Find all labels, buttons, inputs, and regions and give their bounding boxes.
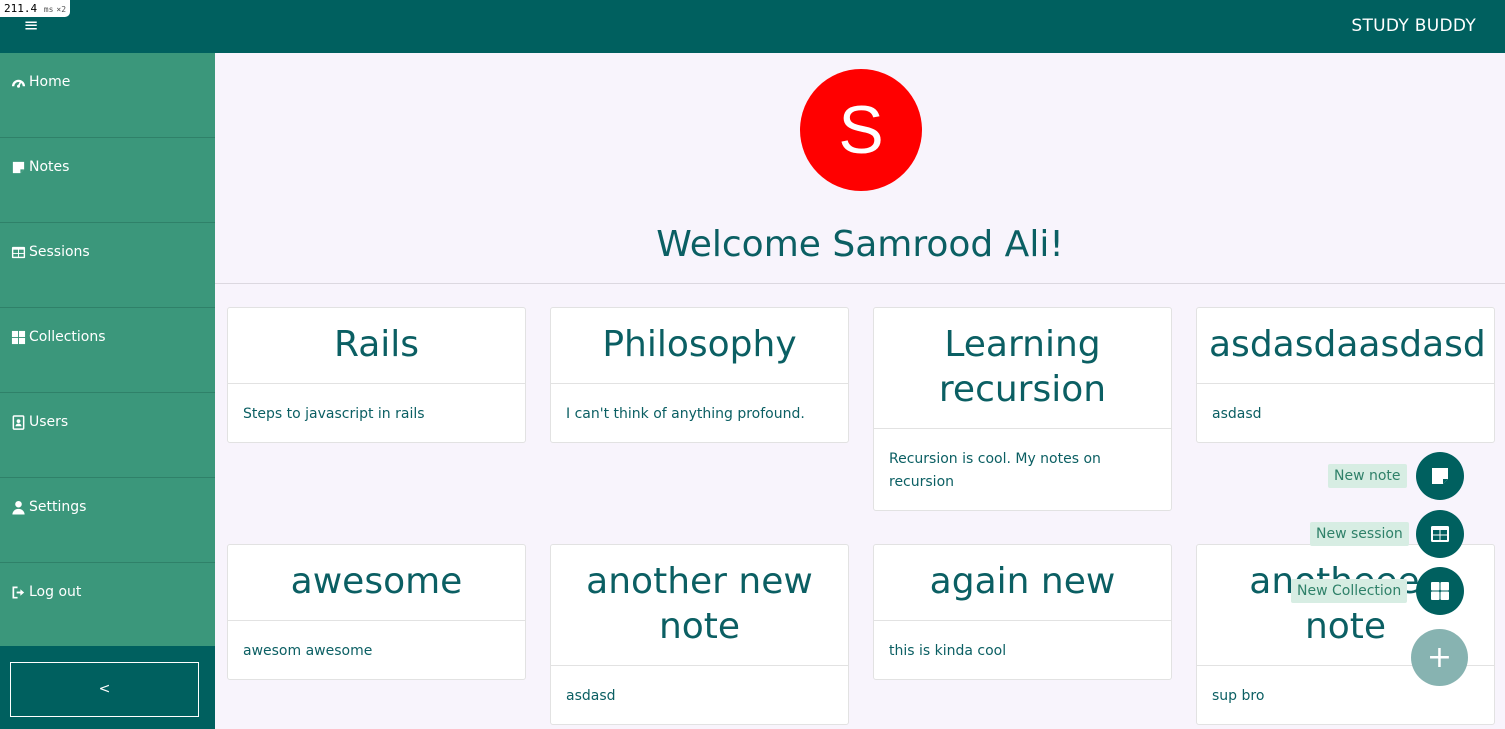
note-card-title[interactable]: Learning recursion [874,308,1171,429]
new-session-label[interactable]: New session [1310,522,1409,546]
sidebar-item-label: Home [29,74,71,90]
note-card[interactable]: again new this is kinda cool [873,544,1172,680]
sidebar-item-logout[interactable]: Log out [0,563,215,648]
page-title: Welcome Samrood Ali! [656,224,1064,265]
brand-title[interactable]: STUDY BUDDY [1351,15,1476,37]
grid-icon [1429,580,1451,602]
perf-value: 211.4 [4,2,38,15]
note-card-body: I can't think of anything profound. [566,406,805,422]
note-card-title[interactable]: awesome [228,545,525,621]
note-card-body: awesom awesome [243,643,373,659]
perf-multiplier: ×2 [56,5,67,14]
user-icon [11,500,26,515]
sidebar-item-label: Sessions [29,244,90,260]
sidebar-item-label: Settings [29,499,87,515]
note-card-title[interactable]: Rails [228,308,525,384]
sticky-note-icon [11,160,26,175]
note-card[interactable]: Rails Steps to javascript in rails [227,307,526,443]
note-card[interactable]: Philosophy I can't think of anything pro… [550,307,849,443]
perf-badge: 211.4 ms ×2 [0,0,71,17]
note-card-body: Recursion is cool. My notes on recursion [889,451,1101,490]
note-card-title[interactable]: Philosophy [551,308,848,384]
note-card-title[interactable]: another new note [551,545,848,666]
note-card[interactable]: asdasdaasdasd asdasd [1196,307,1495,443]
sidebar-item-notes[interactable]: Notes [0,138,215,223]
new-session-button[interactable] [1416,510,1464,558]
new-note-button[interactable] [1416,452,1464,500]
sign-out-icon [11,585,26,600]
note-card[interactable]: awesome awesom awesome [227,544,526,680]
sidebar-item-collections[interactable]: Collections [0,308,215,393]
new-collection-label[interactable]: New Collection [1291,579,1408,603]
grid-icon [11,330,26,345]
new-note-label[interactable]: New note [1328,464,1407,488]
note-card-title[interactable]: again new [874,545,1171,621]
note-card-body: Steps to javascript in rails [243,406,425,422]
note-icon [1429,465,1451,487]
sidebar-item-label: Collections [29,329,106,345]
collapse-sidebar-button[interactable]: < [10,662,199,717]
table-icon [1429,523,1451,545]
menu-icon[interactable]: ≡ [21,17,41,35]
id-badge-icon [11,414,26,430]
sidebar-footer: < [0,646,215,729]
dashboard-icon [11,75,26,90]
add-fab-button[interactable]: + [1411,629,1468,686]
top-bar: ≡ STUDY BUDDY [0,0,1505,53]
table-icon [11,245,26,260]
note-card[interactable]: Learning recursion Recursion is cool. My… [873,307,1172,511]
sidebar-item-label: Log out [29,584,82,600]
sidebar-item-settings[interactable]: Settings [0,478,215,563]
sidebar-item-label: Notes [29,159,70,175]
divider [215,283,1505,284]
note-card[interactable]: another new note asdasd [550,544,849,725]
note-card-body: asdasd [566,688,616,704]
perf-unit: ms [43,5,54,14]
sidebar-item-home[interactable]: Home [0,53,215,138]
main-content: S Welcome Samrood Ali! Rails Steps to ja… [215,53,1505,729]
sidebar-item-sessions[interactable]: Sessions [0,223,215,308]
sidebar: Home Notes Sessions Collections Users Se… [0,53,215,729]
sidebar-item-users[interactable]: Users [0,393,215,478]
note-card-title[interactable]: asdasdaasdasd [1197,308,1494,384]
note-card-body: asdasd [1212,406,1262,422]
avatar: S [800,69,922,191]
new-collection-button[interactable] [1416,567,1464,615]
note-card-body: this is kinda cool [889,643,1007,659]
sidebar-item-label: Users [29,414,69,430]
